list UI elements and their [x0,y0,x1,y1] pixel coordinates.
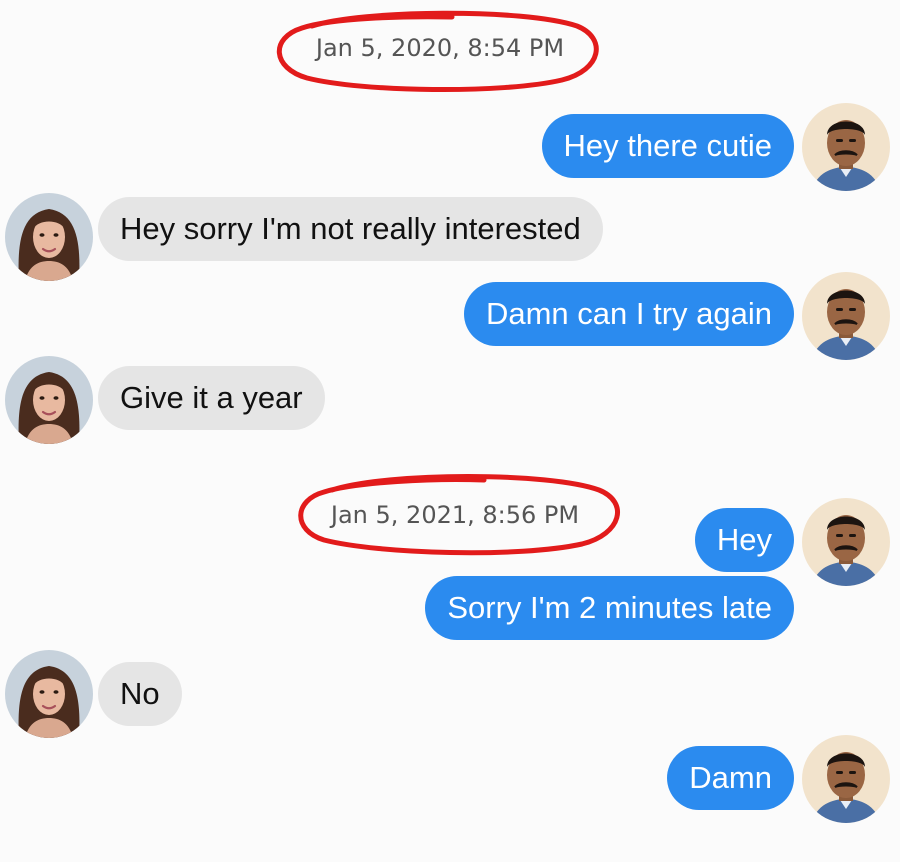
message-bubble-incoming[interactable]: Give it a year [98,366,325,430]
avatar-woman [5,650,93,738]
message-bubble-outgoing[interactable]: Hey there cutie [541,114,794,178]
message-bubble-outgoing[interactable]: Sorry I'm 2 minutes late [425,576,794,640]
avatar-woman [5,193,93,281]
avatar-woman [5,356,93,444]
timestamp: Jan 5, 2020, 8:54 PM [315,34,565,62]
message-bubble-outgoing[interactable]: Damn can I try again [463,282,794,346]
avatar-man [802,103,890,191]
message-bubble-incoming[interactable]: Hey sorry I'm not really interested [98,197,603,261]
avatar-man [802,498,890,586]
avatar-man [802,735,890,823]
timestamp: Jan 5, 2021, 8:56 PM [330,501,580,529]
message-bubble-incoming[interactable]: No [98,662,182,726]
message-bubble-outgoing[interactable]: Hey [694,508,794,572]
avatar-man [802,272,890,360]
message-bubble-outgoing[interactable]: Damn [667,746,794,810]
